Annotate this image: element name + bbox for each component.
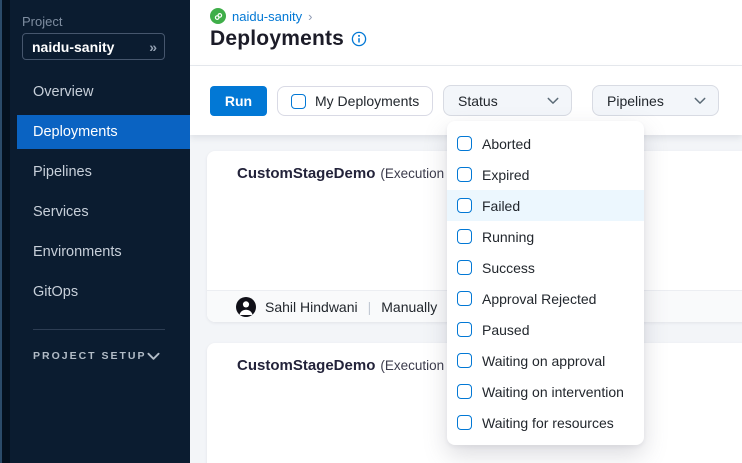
checkbox[interactable]: [457, 167, 472, 182]
pipelines-filter-label: Pipelines: [607, 93, 664, 109]
breadcrumb-chevron-icon: ›: [308, 9, 312, 24]
status-option-approval-rejected[interactable]: Approval Rejected: [447, 283, 644, 314]
status-option-label: Failed: [482, 198, 520, 214]
page-title: Deployments: [210, 27, 344, 51]
status-option-failed[interactable]: Failed: [447, 190, 644, 221]
module-rail: [0, 0, 10, 463]
sidebar-item-pipelines[interactable]: Pipelines: [10, 152, 190, 192]
execution-title: CustomStageDemo(Execution Id: [237, 165, 459, 183]
checkbox[interactable]: [457, 353, 472, 368]
status-filter-dropdown[interactable]: Status: [443, 85, 572, 116]
checkbox[interactable]: [457, 136, 472, 151]
footer-separator: |: [368, 299, 372, 315]
sidebar-item-gitops[interactable]: GitOps: [10, 272, 190, 312]
status-option-waiting-for-resources[interactable]: Waiting for resources: [447, 407, 644, 438]
breadcrumb: naidu-sanity ›: [210, 8, 312, 24]
checkbox[interactable]: [457, 415, 472, 430]
checkbox[interactable]: [457, 322, 472, 337]
sidebar-item-environments[interactable]: Environments: [10, 232, 190, 272]
status-option-label: Approval Rejected: [482, 291, 596, 307]
checkbox[interactable]: [457, 291, 472, 306]
project-setup-label: PROJECT SETUP: [33, 350, 147, 362]
status-option-label: Success: [482, 260, 535, 276]
sidebar-nav: Overview Deployments Pipelines Services …: [10, 72, 190, 312]
status-option-waiting-on-intervention[interactable]: Waiting on intervention: [447, 376, 644, 407]
status-option-label: Aborted: [482, 136, 531, 152]
sidebar-item-deployments[interactable]: Deployments: [17, 115, 190, 149]
sidebar-item-services[interactable]: Services: [10, 192, 190, 232]
status-filter-menu: Aborted Expired Failed Running Success A…: [447, 121, 644, 445]
pipelines-filter-dropdown[interactable]: Pipelines: [592, 85, 719, 116]
user-avatar-icon: [236, 297, 256, 317]
status-option-paused[interactable]: Paused: [447, 314, 644, 345]
trigger-type: Manually: [381, 299, 437, 315]
pipeline-name: CustomStageDemo: [237, 165, 375, 182]
checkbox[interactable]: [457, 229, 472, 244]
triggered-by-user: Sahil Hindwani: [265, 299, 358, 315]
status-filter-label: Status: [458, 93, 498, 109]
project-setup-toggle[interactable]: PROJECT SETUP: [33, 350, 170, 362]
status-option-label: Expired: [482, 167, 529, 183]
status-option-label: Waiting on intervention: [482, 384, 624, 400]
checkbox[interactable]: [457, 384, 472, 399]
sidebar-divider: [33, 329, 165, 330]
cd-module-icon: [210, 8, 226, 24]
status-option-success[interactable]: Success: [447, 252, 644, 283]
my-deployments-label: My Deployments: [315, 93, 419, 109]
status-option-expired[interactable]: Expired: [447, 159, 644, 190]
status-option-label: Running: [482, 229, 534, 245]
my-deployments-toggle[interactable]: My Deployments: [277, 86, 433, 116]
status-option-waiting-on-approval[interactable]: Waiting on approval: [447, 345, 644, 376]
breadcrumb-project-link[interactable]: naidu-sanity: [232, 9, 302, 24]
status-option-running[interactable]: Running: [447, 221, 644, 252]
status-option-label: Paused: [482, 322, 529, 338]
page-header: naidu-sanity › Deployments: [190, 0, 742, 66]
checkbox[interactable]: [457, 260, 472, 275]
app-window: Project naidu-sanity » Overview Deployme…: [0, 0, 742, 463]
project-selector-value: naidu-sanity: [32, 39, 149, 55]
project-label: Project: [22, 14, 62, 29]
run-button[interactable]: Run: [210, 86, 267, 116]
status-option-label: Waiting on approval: [482, 353, 605, 369]
status-option-aborted[interactable]: Aborted: [447, 128, 644, 159]
page-title-row: Deployments: [210, 27, 367, 51]
project-selector[interactable]: naidu-sanity »: [22, 33, 165, 60]
pipeline-name: CustomStageDemo: [237, 357, 375, 374]
status-option-label: Waiting for resources: [482, 415, 614, 431]
checkbox[interactable]: [457, 198, 472, 213]
my-deployments-checkbox[interactable]: [291, 94, 306, 109]
sidebar-item-overview[interactable]: Overview: [10, 72, 190, 112]
info-icon[interactable]: [351, 31, 367, 47]
chevron-down-icon: [547, 97, 559, 105]
execution-title: CustomStageDemo(Execution Id: [237, 357, 459, 375]
project-sidebar: Project naidu-sanity » Overview Deployme…: [0, 0, 190, 463]
double-chevron-right-icon: »: [149, 39, 155, 55]
chevron-down-icon: [694, 97, 706, 105]
chevron-down-icon: [147, 352, 160, 361]
